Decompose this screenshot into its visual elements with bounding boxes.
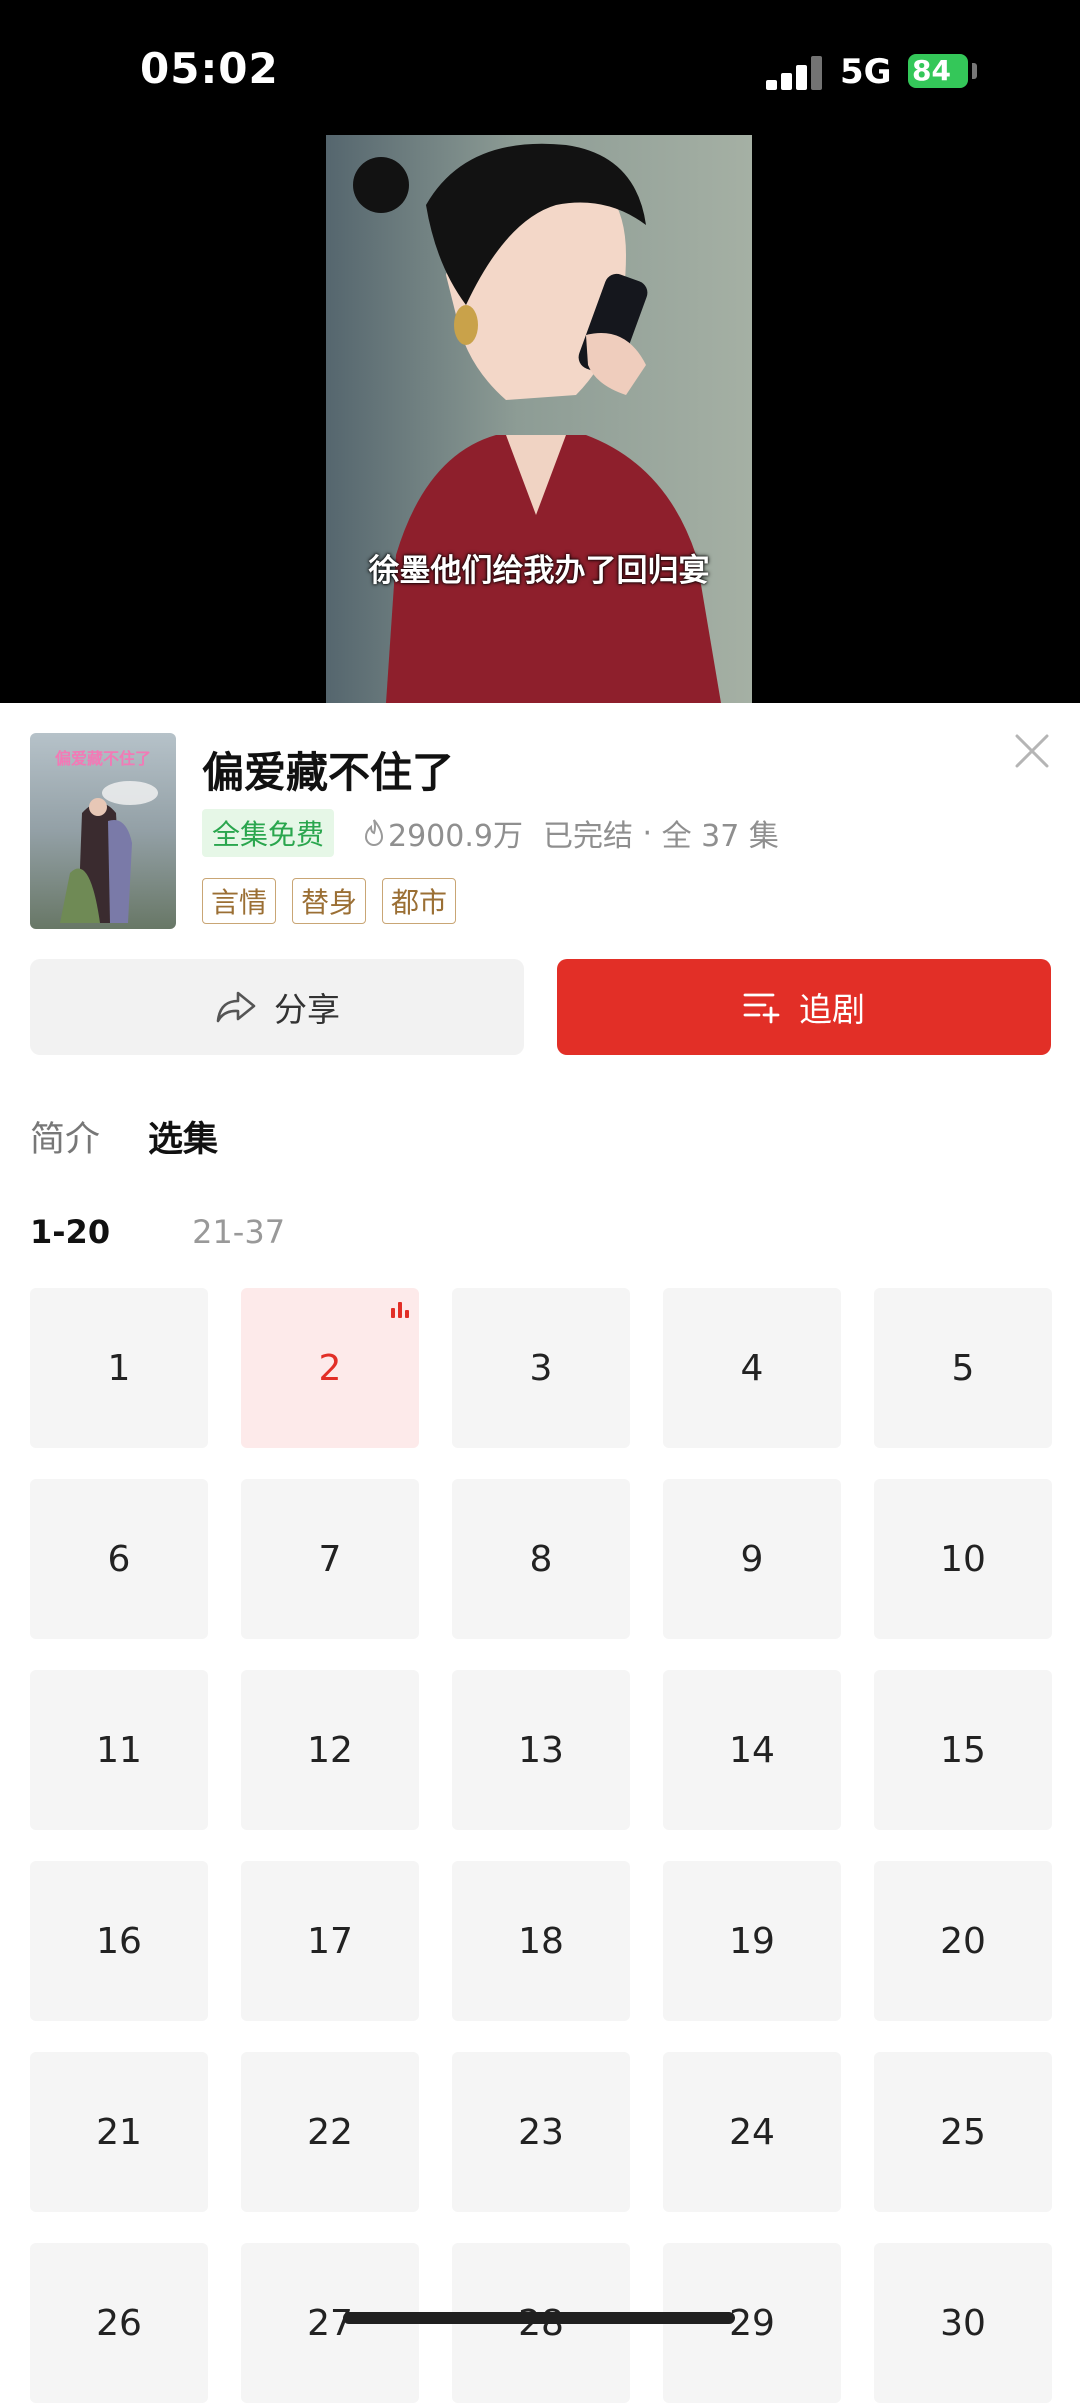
status-time: 05:02 — [140, 44, 279, 93]
drama-title: 偏爱藏不住了 — [202, 748, 455, 797]
stats-separator: · — [632, 815, 662, 851]
episode-number: 18 — [518, 1920, 564, 1962]
episode-number: 29 — [729, 2302, 775, 2344]
now-playing-icon — [391, 1302, 409, 1318]
episode-button-23[interactable]: 23 — [452, 2052, 630, 2212]
episode-number: 19 — [729, 1920, 775, 1962]
episode-button-5[interactable]: 5 — [874, 1288, 1052, 1448]
episode-number: 30 — [940, 2302, 986, 2344]
battery-icon: 84 — [908, 54, 968, 88]
share-label: 分享 — [274, 990, 340, 1029]
episode-number: 4 — [740, 1347, 764, 1389]
share-icon — [216, 991, 256, 1023]
drama-stats: 2900.9万 已完结 · 全 37 集 — [360, 811, 779, 855]
episode-number: 24 — [729, 2111, 775, 2153]
episode-button-30[interactable]: 30 — [874, 2243, 1052, 2403]
tag-urban[interactable]: 都市 — [382, 878, 457, 924]
episode-sheet: 偏爱藏不住了 偏爱藏不住了 全集免费 2900.9万 已完结 · 全 37 集 … — [0, 703, 1080, 2403]
flame-icon — [364, 819, 384, 846]
episode-button-14[interactable]: 14 — [663, 1670, 841, 1830]
poster-title: 偏爱藏不住了 — [54, 749, 151, 768]
episode-number: 25 — [940, 2111, 986, 2153]
episode-number: 7 — [318, 1538, 342, 1580]
episode-button-22[interactable]: 22 — [241, 2052, 419, 2212]
episode-number: 3 — [529, 1347, 553, 1389]
network-type: 5G — [840, 52, 892, 92]
episode-number: 11 — [96, 1729, 142, 1771]
episode-number: 15 — [940, 1729, 986, 1771]
tag-substitute[interactable]: 替身 — [292, 878, 367, 924]
follow-button[interactable]: 追剧 — [557, 959, 1051, 1055]
episode-number: 12 — [307, 1729, 353, 1771]
episode-number: 5 — [951, 1347, 975, 1389]
episode-button-1[interactable]: 1 — [30, 1288, 208, 1448]
episode-number: 21 — [96, 2111, 142, 2153]
episode-button-10[interactable]: 10 — [874, 1479, 1052, 1639]
episode-button-26[interactable]: 26 — [30, 2243, 208, 2403]
episode-button-8[interactable]: 8 — [452, 1479, 630, 1639]
episode-button-4[interactable]: 4 — [663, 1288, 841, 1448]
episode-button-17[interactable]: 17 — [241, 1861, 419, 2021]
tab-intro[interactable]: 简介 — [30, 1111, 100, 1162]
episode-number: 17 — [307, 1920, 353, 1962]
video-player-area: 05:02 5G 84 徐墨他们给我办了回归宴 — [0, 0, 1080, 703]
episode-button-18[interactable]: 18 — [452, 1861, 630, 2021]
episode-number: 14 — [729, 1729, 775, 1771]
episode-button-16[interactable]: 16 — [30, 1861, 208, 2021]
tab-episodes[interactable]: 选集 — [148, 1111, 218, 1162]
episode-button-13[interactable]: 13 — [452, 1670, 630, 1830]
add-to-list-icon — [743, 993, 780, 1024]
episode-number: 1 — [107, 1347, 131, 1389]
battery-level: 84 — [912, 54, 951, 87]
episode-button-20[interactable]: 20 — [874, 1861, 1052, 2021]
episode-number: 16 — [96, 1920, 142, 1962]
episode-number: 26 — [96, 2302, 142, 2344]
episode-button-21[interactable]: 21 — [30, 2052, 208, 2212]
video-scene — [353, 143, 721, 703]
episode-number: 2 — [318, 1347, 342, 1389]
episode-button-19[interactable]: 19 — [663, 1861, 841, 2021]
close-button[interactable] — [1014, 733, 1050, 769]
episode-number: 13 — [518, 1729, 564, 1771]
episode-button-3[interactable]: 3 — [452, 1288, 630, 1448]
free-badge: 全集免费 — [202, 809, 335, 857]
follow-label: 追剧 — [799, 990, 865, 1029]
view-count: 2900.9万 — [388, 819, 523, 854]
drama-poster[interactable]: 偏爱藏不住了 — [30, 733, 176, 929]
episode-button-15[interactable]: 15 — [874, 1670, 1052, 1830]
home-indicator[interactable] — [343, 2312, 735, 2324]
episode-button-25[interactable]: 25 — [874, 2052, 1052, 2212]
episode-button-9[interactable]: 9 — [663, 1479, 841, 1639]
range-tab-21-37[interactable]: 21-37 — [192, 1213, 285, 1251]
completion-status: 已完结 — [542, 819, 633, 854]
range-tab-1-20[interactable]: 1-20 — [30, 1213, 110, 1251]
close-icon — [1015, 734, 1049, 768]
episode-range-tabs: 1-20 21-37 — [30, 1213, 285, 1251]
episode-button-24[interactable]: 24 — [663, 2052, 841, 2212]
episode-button-6[interactable]: 6 — [30, 1479, 208, 1639]
episode-number: 6 — [107, 1538, 131, 1580]
share-button[interactable]: 分享 — [30, 959, 524, 1055]
episode-grid: 1 2 3 4 5 6 7 8 9 10 11 12 13 14 15 16 17 18 19 20 21 22 23 24 2… — [30, 1288, 1052, 2403]
tag-romance[interactable]: 言情 — [202, 878, 277, 924]
episode-number: 20 — [940, 1920, 986, 1962]
episode-button-7[interactable]: 7 — [241, 1479, 419, 1639]
episode-button-11[interactable]: 11 — [30, 1670, 208, 1830]
episode-number: 10 — [940, 1538, 986, 1580]
video-subtitle: 徐墨他们给我办了回归宴 — [368, 553, 710, 589]
detail-tabs: 简介 选集 — [30, 1111, 218, 1162]
episode-number: 23 — [518, 2111, 564, 2153]
signal-icon — [766, 56, 826, 90]
episode-number: 9 — [740, 1538, 764, 1580]
episode-number: 8 — [529, 1538, 553, 1580]
episode-button-12[interactable]: 12 — [241, 1670, 419, 1830]
episode-number: 22 — [307, 2111, 353, 2153]
episode-count: 全 37 集 — [661, 819, 779, 854]
episode-button-2[interactable]: 2 — [241, 1288, 419, 1448]
tag-list: 言情 替身 都市 — [202, 878, 457, 924]
battery-tip — [972, 63, 977, 79]
video-frame[interactable]: 徐墨他们给我办了回归宴 — [326, 135, 752, 703]
